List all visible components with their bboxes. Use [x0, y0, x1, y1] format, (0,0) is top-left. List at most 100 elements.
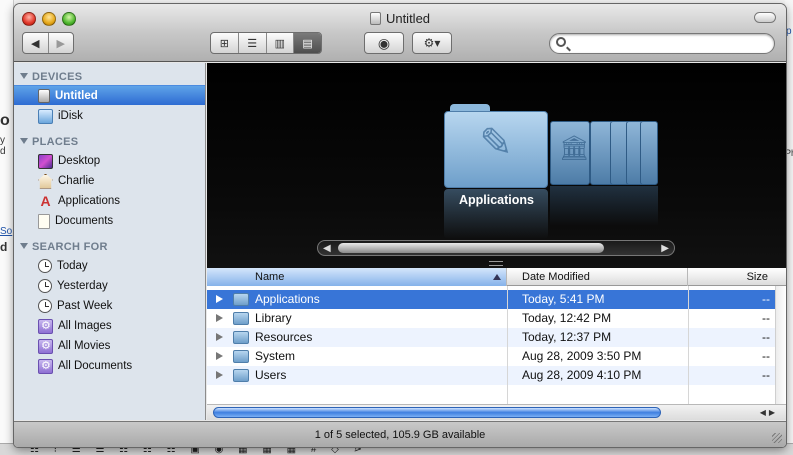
sidebar-item-label: All Movies — [58, 340, 111, 352]
applications-glyph-icon: ✎ — [479, 121, 513, 165]
icon-view-button[interactable]: ⊞ — [211, 33, 239, 53]
hard-drive-icon — [38, 88, 50, 103]
sidebar-item-documents[interactable]: Documents — [14, 211, 205, 231]
column-header-size[interactable]: Size — [688, 268, 786, 286]
disclosure-triangle-icon[interactable] — [216, 295, 223, 303]
table-row[interactable]: System Aug 28, 2009 3:50 PM -- — [207, 347, 786, 366]
scroll-right-icon[interactable]: ▶ — [661, 243, 669, 254]
bg-text: y d — [0, 135, 6, 157]
file-name: Users — [255, 368, 287, 382]
horizontal-scroll-thumb[interactable] — [213, 407, 661, 418]
column-header-name[interactable]: Name — [207, 268, 507, 286]
bg-text: d — [0, 240, 8, 254]
sidebar-item-label: Desktop — [58, 155, 101, 167]
table-row[interactable]: Resources Today, 12:37 PM -- — [207, 328, 786, 347]
sidebar-header-places[interactable]: PLACES — [20, 136, 78, 148]
sidebar-item-desktop[interactable]: Desktop — [14, 151, 205, 171]
search-input[interactable] — [572, 36, 768, 51]
resize-grip-icon[interactable] — [772, 433, 782, 443]
disclosure-triangle-icon — [20, 243, 28, 249]
coverflow-item-applications[interactable]: ✎ — [444, 104, 548, 188]
sidebar-item-idisk[interactable]: iDisk — [14, 106, 205, 126]
coverflow-item-library[interactable]: 🏛 — [550, 121, 590, 185]
file-date: Today, 5:41 PM — [522, 292, 605, 306]
sidebar-item-label: Today — [57, 260, 88, 272]
clock-icon — [38, 259, 52, 273]
column-divider — [507, 286, 508, 404]
sidebar-item-applications[interactable]: A Applications — [14, 191, 205, 211]
quick-look-button[interactable]: ◉ — [364, 32, 404, 54]
desktop-icon — [38, 153, 53, 169]
back-button[interactable]: ◀ — [23, 33, 48, 53]
window-title-text: Untitled — [385, 11, 431, 26]
finder-window: Untitled ◀ ▶ ⊞ ☰ ▥ ▤ ◉ ⚙▾ DEVICES Untitl… — [14, 4, 786, 447]
sidebar-header-search-for[interactable]: SEARCH FOR — [20, 241, 108, 253]
list-view-button[interactable]: ☰ — [239, 33, 267, 53]
status-bar: 1 of 5 selected, 105.9 GB available — [14, 421, 786, 447]
column-header-date-modified[interactable]: Date Modified — [507, 268, 688, 286]
back-forward-control: ◀ ▶ — [22, 32, 74, 54]
file-name: System — [255, 349, 296, 363]
sidebar-item-label: Yesterday — [57, 280, 108, 292]
file-name: Resources — [255, 330, 313, 344]
bg-text: p — [786, 26, 792, 37]
sidebar-item-charlie[interactable]: Charlie — [14, 171, 205, 191]
clock-icon — [38, 299, 52, 313]
home-icon — [38, 173, 53, 189]
library-folder-icon: 🏛 — [559, 135, 590, 162]
clock-icon — [38, 279, 52, 293]
coverflow-scroll-thumb[interactable] — [338, 243, 604, 253]
bg-text: Ph — [785, 148, 793, 158]
horizontal-scrollbar[interactable]: ◀▶ — [207, 404, 786, 420]
file-date: Aug 28, 2009 4:10 PM — [522, 368, 642, 382]
eye-icon: ◉ — [377, 34, 391, 51]
view-mode-control: ⊞ ☰ ▥ ▤ — [210, 32, 322, 54]
hard-drive-icon — [369, 12, 381, 25]
sidebar-item-all-documents[interactable]: All Documents — [14, 356, 205, 376]
action-menu-button[interactable]: ⚙▾ — [412, 32, 452, 54]
coverflow-scrollbar[interactable]: ◀ ▶ — [317, 240, 675, 256]
sidebar-header-devices[interactable]: DEVICES — [20, 71, 82, 83]
toolbar-toggle-button[interactable] — [754, 12, 776, 23]
disclosure-triangle-icon[interactable] — [216, 371, 223, 379]
table-row[interactable]: Applications Today, 5:41 PM -- — [207, 290, 786, 309]
file-size: -- — [762, 292, 770, 306]
table-row[interactable]: Library Today, 12:42 PM -- — [207, 309, 786, 328]
sidebar-item-label: Documents — [55, 215, 114, 227]
table-row[interactable]: Users Aug 28, 2009 4:10 PM -- — [207, 366, 786, 385]
sidebar-item-label: iDisk — [58, 110, 83, 122]
coverflow-pane[interactable]: 🏛 ✎ Applications ◀ ▶ — [207, 63, 786, 268]
applications-icon: A — [40, 192, 51, 209]
sidebar-item-all-movies[interactable]: All Movies — [14, 336, 205, 356]
scroll-arrows-icon[interactable]: ◀▶ — [760, 405, 778, 420]
smart-folder-icon — [38, 338, 53, 354]
search-field[interactable] — [549, 33, 775, 54]
sidebar-item-label: Past Week — [57, 300, 113, 312]
smart-folder-icon — [38, 318, 53, 334]
sidebar-item-yesterday[interactable]: Yesterday — [14, 276, 205, 296]
column-divider — [688, 286, 689, 404]
system-folder-icon — [233, 350, 249, 363]
background-window-right: p Ph — [785, 0, 793, 455]
disclosure-triangle-icon[interactable] — [216, 333, 223, 341]
scroll-left-icon[interactable]: ◀ — [323, 243, 331, 254]
forward-button[interactable]: ▶ — [49, 33, 74, 53]
sidebar-item-all-images[interactable]: All Images — [14, 316, 205, 336]
disclosure-triangle-icon[interactable] — [216, 352, 223, 360]
sidebar-item-today[interactable]: Today — [14, 256, 205, 276]
coverflow-view-button[interactable]: ▤ — [294, 33, 321, 53]
search-icon — [556, 37, 566, 47]
split-resize-handle[interactable] — [489, 261, 503, 266]
vertical-scrollbar[interactable] — [775, 286, 786, 404]
sidebar-item-untitled[interactable]: Untitled — [14, 85, 205, 105]
file-date: Aug 28, 2009 3:50 PM — [522, 349, 642, 363]
column-view-button[interactable]: ▥ — [267, 33, 295, 53]
background-window-left: o y d So d — [0, 0, 14, 455]
coverflow-item[interactable] — [640, 121, 658, 185]
bg-text: o — [0, 112, 10, 129]
sidebar-item-past-week[interactable]: Past Week — [14, 296, 205, 316]
disclosure-triangle-icon[interactable] — [216, 314, 223, 322]
sidebar-item-label: Applications — [58, 195, 121, 207]
file-name: Applications — [255, 292, 320, 306]
disclosure-triangle-icon — [20, 73, 28, 79]
